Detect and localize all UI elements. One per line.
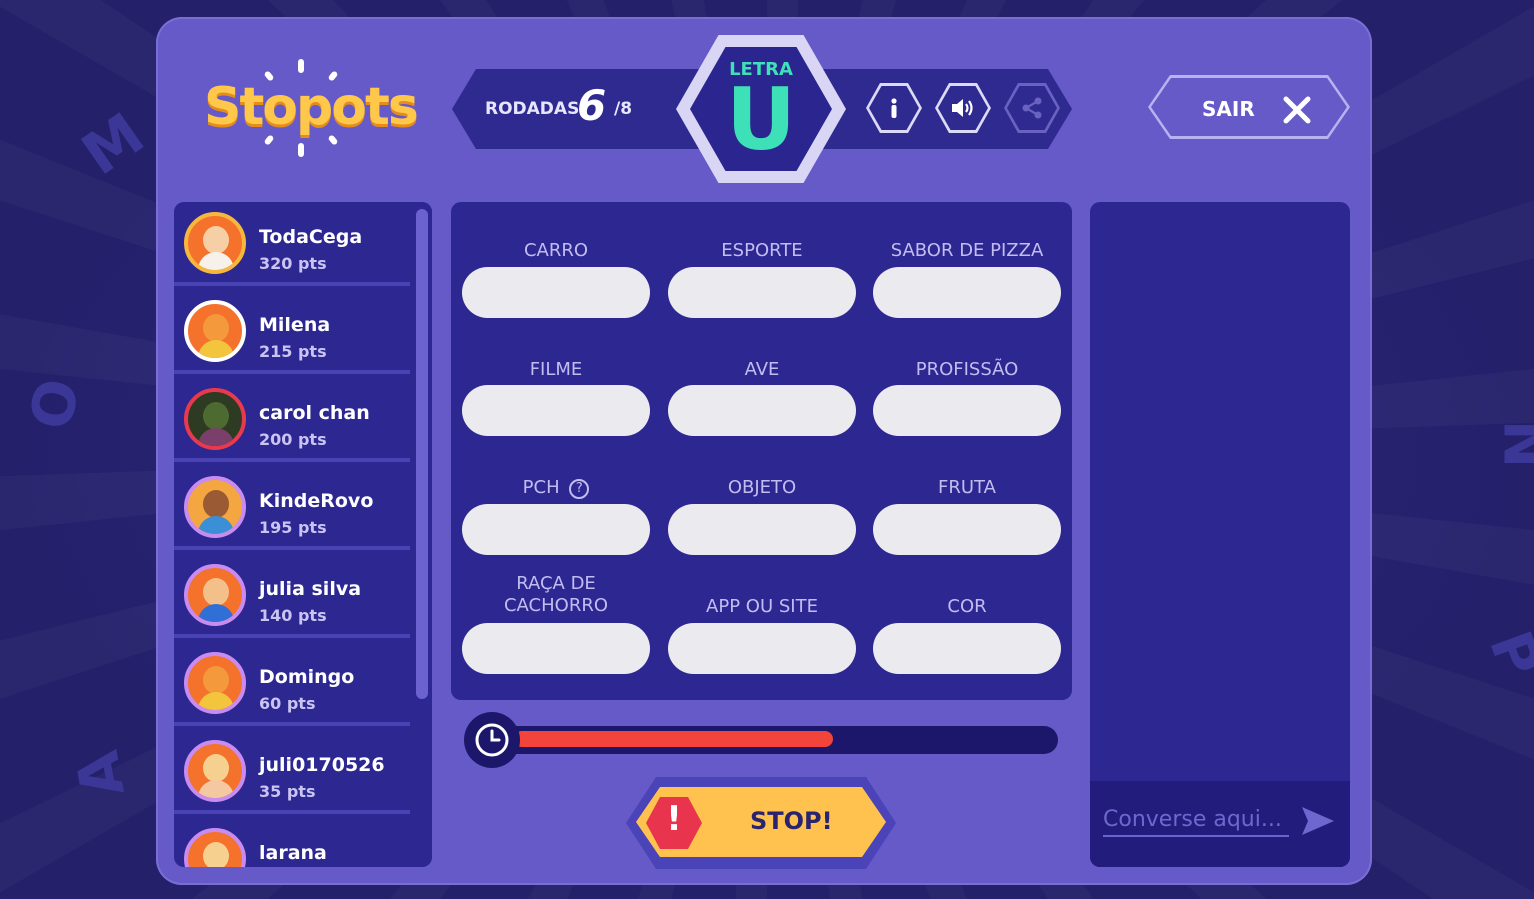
category-label: PROFISSÃO	[915, 359, 1019, 380]
player-points: 60 pts	[259, 694, 316, 713]
avatar	[184, 652, 246, 714]
send-icon[interactable]	[1300, 805, 1336, 837]
category-input[interactable]	[462, 385, 650, 436]
category-input[interactable]	[873, 504, 1061, 555]
player-list: TodaCega 320 pts Milena 215 pts carol ch…	[174, 202, 432, 867]
category-label: APP OU SITE	[706, 596, 818, 617]
scrollbar-thumb[interactable]	[416, 209, 428, 699]
category-input[interactable]	[462, 267, 650, 318]
player-points: 140 pts	[259, 606, 327, 625]
bg-letter-n: N	[1490, 420, 1534, 469]
player-name: carol chan	[259, 402, 370, 424]
category-input[interactable]	[873, 385, 1061, 436]
category-input[interactable]	[873, 267, 1061, 318]
player-name: Milena	[259, 314, 331, 336]
avatar	[184, 564, 246, 626]
rounds-current: 6	[577, 81, 607, 130]
avatar	[184, 828, 246, 867]
category-input[interactable]	[462, 504, 650, 555]
close-icon	[1283, 96, 1311, 124]
category-input[interactable]	[873, 623, 1061, 674]
category-label: PCH ?	[462, 477, 650, 499]
player-item: larana	[174, 818, 410, 867]
game-panel: Stopots RODADAS 6 /8 LETRA U SAIR TodaCe…	[156, 17, 1372, 885]
player-points: 215 pts	[259, 342, 327, 361]
player-points: 320 pts	[259, 254, 327, 273]
stop-label: STOP!	[750, 807, 833, 835]
player-item: TodaCega 320 pts	[174, 202, 410, 286]
alert-icon-glyph: !	[666, 799, 682, 839]
category-input[interactable]	[668, 623, 856, 674]
rounds-total: /8	[614, 99, 633, 119]
category-label: RAÇA DE CACHORRO	[503, 573, 609, 616]
category-label: COR	[947, 596, 987, 617]
chat-input-area	[1090, 781, 1350, 867]
info-icon	[891, 98, 897, 118]
category-label: FRUTA	[938, 477, 996, 498]
category-label: CARRO	[523, 240, 589, 261]
category-label-text: PCH	[522, 477, 560, 498]
chat-panel	[1090, 202, 1350, 867]
category-label: OBJETO	[727, 477, 797, 498]
category-label: SABOR DE PIZZA	[890, 240, 1044, 261]
chat-input[interactable]	[1103, 803, 1289, 837]
rounds-label: RODADAS	[485, 99, 580, 119]
player-name: Domingo	[259, 666, 355, 688]
logo-text: Stopots	[204, 77, 419, 137]
help-icon[interactable]: ?	[569, 479, 590, 499]
player-points: 35 pts	[259, 782, 316, 801]
category-input[interactable]	[668, 267, 856, 318]
player-name: KindeRovo	[259, 490, 374, 512]
avatar	[184, 212, 246, 274]
avatar	[184, 740, 246, 802]
exit-label: SAIR	[1202, 97, 1255, 121]
player-name: larana	[259, 842, 327, 864]
avatar	[184, 300, 246, 362]
category-board: CARRO ESPORTE SABOR DE PIZZA FILME AVE P…	[451, 202, 1072, 700]
category-input[interactable]	[668, 385, 856, 436]
avatar	[184, 476, 246, 538]
player-points: 195 pts	[259, 518, 327, 537]
player-item: julia silva 140 pts	[174, 554, 410, 638]
player-points: 200 pts	[259, 430, 327, 449]
category-label: AVE	[744, 359, 780, 380]
stopots-logo: Stopots	[200, 59, 419, 163]
avatar	[184, 388, 246, 450]
player-name: juli0170526	[259, 754, 385, 776]
share-icon	[1022, 97, 1042, 119]
player-item: juli0170526 35 pts	[174, 730, 410, 814]
clock-icon	[475, 723, 509, 757]
player-item: KindeRovo 195 pts	[174, 466, 410, 550]
player-name: TodaCega	[259, 226, 363, 248]
player-item: Domingo 60 pts	[174, 642, 410, 726]
current-letter: U	[726, 70, 796, 170]
category-input[interactable]	[668, 504, 856, 555]
speaker-icon	[952, 99, 973, 117]
timer-badge	[464, 712, 520, 768]
category-input[interactable]	[462, 623, 650, 674]
player-item: carol chan 200 pts	[174, 378, 410, 462]
category-label: FILME	[529, 359, 583, 380]
player-name: julia silva	[259, 578, 362, 600]
category-label: ESPORTE	[721, 240, 803, 261]
timer-fill	[514, 731, 833, 747]
player-item: Milena 215 pts	[174, 290, 410, 374]
